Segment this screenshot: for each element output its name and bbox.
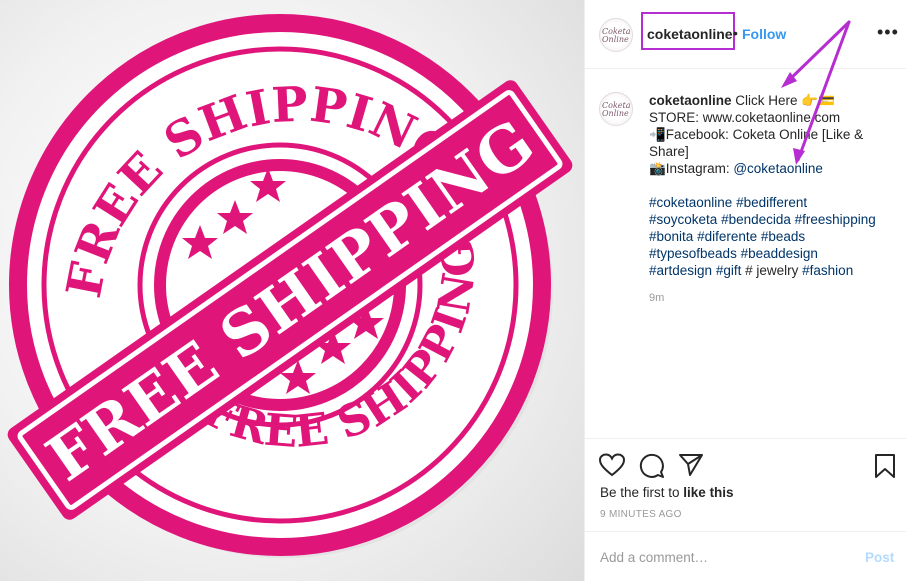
- comment-input[interactable]: Add a comment…: [600, 550, 708, 565]
- hashtag-link[interactable]: #soycoketa: [649, 212, 717, 227]
- caption-line-3: 📲Facebook: Coketa Online [Like & Share]: [649, 127, 864, 159]
- post-sidebar: Coketa Online coketaonline • Follow ••• …: [584, 0, 906, 581]
- hashtag-link[interactable]: #artdesign: [649, 263, 712, 278]
- caption-line-1: Click Here 👉💳: [735, 93, 835, 108]
- hashtag-link[interactable]: #diferente: [697, 229, 757, 244]
- post-actions: Be the first to like this 9 MINUTES AGO …: [585, 438, 906, 582]
- post-caption: coketaonline Click Here 👉💳 STORE: www.co…: [649, 92, 889, 279]
- bookmark-icon[interactable]: [874, 453, 896, 479]
- heart-icon[interactable]: [599, 453, 625, 477]
- post-comment-button[interactable]: Post: [865, 550, 894, 565]
- post-header: Coketa Online coketaonline • Follow •••: [585, 0, 906, 69]
- caption-avatar[interactable]: Coketa Online: [599, 92, 633, 126]
- hashtag-link[interactable]: #bendecida: [721, 212, 791, 227]
- hashtag-link[interactable]: #beads: [761, 229, 805, 244]
- caption-plain-text: # jewelry: [745, 263, 799, 278]
- caption-time-ago[interactable]: 9m: [649, 292, 664, 304]
- more-options-icon[interactable]: •••: [877, 22, 899, 43]
- share-icon[interactable]: [678, 453, 704, 477]
- comment-bar: Add a comment… Post: [585, 531, 906, 583]
- free-shipping-stamp-graphic: FREE SHIPPING FREE SHIPPING FREE SHIPPIN…: [7, 14, 573, 558]
- avatar[interactable]: Coketa Online: [599, 18, 633, 52]
- hashtag-link[interactable]: #typesofbeads: [649, 246, 737, 261]
- caption-line-4-prefix: 📸Instagram:: [649, 161, 734, 176]
- caption-line-2: STORE: www.coketaonline.com: [649, 110, 841, 125]
- hashtag-link[interactable]: #coketaonline: [649, 195, 732, 210]
- likes-text: Be the first to like this: [600, 485, 734, 500]
- avatar-logo-text: Coketa Online: [602, 27, 631, 44]
- comment-icon[interactable]: [639, 453, 665, 479]
- like-this-link[interactable]: like this: [683, 485, 733, 500]
- caption-username[interactable]: coketaonline: [649, 93, 732, 108]
- hashtag-link[interactable]: #beaddesign: [741, 246, 818, 261]
- header-separator: •: [733, 25, 738, 41]
- hashtag-link[interactable]: #bonita: [649, 229, 693, 244]
- follow-button[interactable]: Follow: [742, 26, 786, 42]
- post-image[interactable]: FREE SHIPPING FREE SHIPPING FREE SHIPPIN…: [0, 0, 584, 581]
- caption-avatar-logo-text: Coketa Online: [602, 101, 631, 118]
- instagram-mention-link[interactable]: @coketaonline: [733, 161, 823, 176]
- header-username[interactable]: coketaonline: [647, 26, 733, 42]
- post-date[interactable]: 9 MINUTES AGO: [600, 509, 682, 520]
- hashtag-link[interactable]: #gift: [716, 263, 742, 278]
- hashtag-link[interactable]: #fashion: [802, 263, 853, 278]
- likes-prefix: Be the first to: [600, 485, 684, 500]
- hashtag-link[interactable]: #freeshipping: [795, 212, 876, 227]
- hashtag-link[interactable]: #bedifferent: [736, 195, 807, 210]
